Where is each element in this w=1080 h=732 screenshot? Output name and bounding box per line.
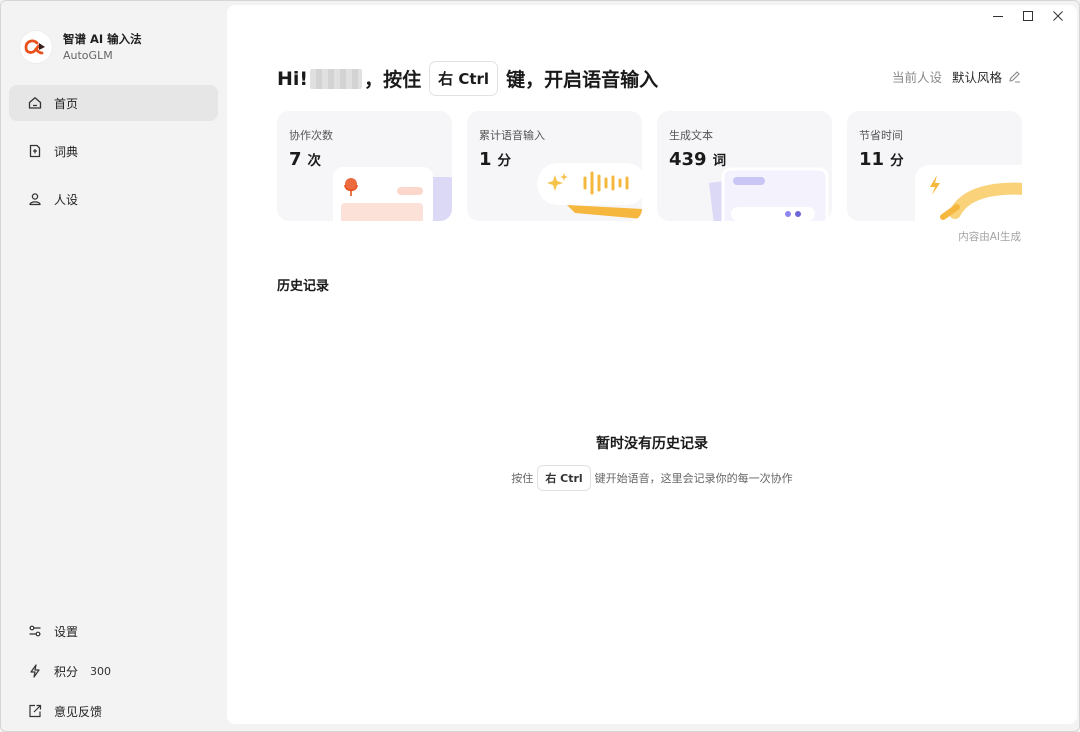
hotkey-badge: 右 Ctrl	[429, 61, 499, 96]
sidebar-item-persona[interactable]: 人设	[9, 181, 218, 217]
sidebar-item-dictionary[interactable]: 词典	[9, 133, 218, 169]
stat-value: 11 分	[859, 149, 904, 170]
sidebar-item-label: 词典	[54, 144, 79, 159]
stats-cards: 协作次数 7次 累计语音输入 1分 生成文本 439 词 节省时间 11 分	[277, 111, 1022, 221]
points-button[interactable]: 积分 300	[9, 653, 218, 689]
maximize-icon[interactable]	[1013, 5, 1043, 27]
persona-value: 默认风格	[951, 70, 1002, 85]
feedback-icon	[29, 704, 42, 718]
stat-value: 7次	[289, 149, 322, 170]
empty-state-title: 暂时没有历史记录	[596, 436, 708, 452]
close-icon[interactable]	[1043, 5, 1073, 27]
history-title: 历史记录	[277, 279, 330, 294]
empty-post: 键开始语音，这里会记录你的每一次协作	[594, 472, 793, 485]
hold-text: ，按住	[364, 69, 422, 91]
settings-sliders-icon	[29, 625, 41, 637]
voice-wave-illustration-icon	[537, 163, 642, 219]
page-title: Hi! ，按住 右 Ctrl 键，开启语音输入	[277, 61, 658, 96]
lightning-icon	[30, 664, 40, 678]
stat-value: 1分	[479, 149, 512, 170]
stat-card-time: 节省时间 11 分	[847, 111, 1022, 221]
user-name-redacted	[310, 68, 363, 89]
stat-card-text: 生成文本 439 词	[657, 111, 832, 221]
settings-label: 设置	[54, 624, 79, 639]
brand: 智谱 AI 输入法 AutoGLM	[20, 31, 142, 63]
instruction-text: 键，开启语音输入	[506, 69, 659, 91]
points-value: 300	[90, 664, 112, 678]
stat-title: 协作次数	[289, 129, 333, 142]
home-icon	[28, 97, 42, 109]
stat-card-voice: 累计语音输入 1分	[467, 111, 642, 221]
person-icon	[29, 193, 41, 206]
settings-button[interactable]: 设置	[9, 613, 218, 649]
greeting: Hi!	[277, 67, 309, 90]
sidebar-bottom: 设置 积分 300 意见反馈	[9, 613, 218, 731]
document-illustration-icon	[709, 167, 829, 221]
hotkey-badge-small: 右 Ctrl	[537, 465, 591, 491]
empty-state-desc: 按住 右 Ctrl 键开始语音，这里会记录你的每一次协作	[227, 465, 1077, 491]
app-window: 智谱 AI 输入法 AutoGLM 首页 词典 人设 设置 积分 300 意见反…	[0, 0, 1080, 732]
edit-icon[interactable]	[1008, 70, 1021, 83]
sidebar-item-home[interactable]: 首页	[9, 85, 218, 121]
stat-title: 节省时间	[859, 129, 903, 142]
window-controls	[983, 5, 1073, 27]
persona-selector[interactable]: 当前人设 默认风格	[892, 67, 1021, 86]
lightning-illustration-icon	[915, 165, 1022, 221]
main-panel: Hi! ，按住 右 Ctrl 键，开启语音输入 当前人设 默认风格 协作次数 7…	[227, 5, 1077, 724]
minimize-icon[interactable]	[983, 5, 1013, 27]
app-logo-icon	[20, 31, 52, 63]
points-label: 积分	[54, 664, 79, 679]
stat-card-collab: 协作次数 7次	[277, 111, 452, 221]
persona-label: 当前人设	[891, 70, 942, 85]
feedback-button[interactable]: 意见反馈	[9, 693, 218, 729]
dictionary-icon	[29, 144, 41, 158]
feedback-label: 意见反馈	[54, 704, 103, 719]
sidebar-item-label: 人设	[54, 192, 79, 207]
sidebar-item-label: 首页	[54, 96, 79, 111]
app-name: 智谱 AI 输入法	[63, 31, 142, 46]
sidebar: 智谱 AI 输入法 AutoGLM 首页 词典 人设 设置 积分 300 意见反…	[1, 1, 227, 731]
sidebar-nav: 首页 词典 人设	[9, 85, 218, 229]
stat-title: 生成文本	[669, 129, 713, 142]
stat-title: 累计语音输入	[479, 129, 545, 142]
empty-pre: 按住	[511, 472, 534, 485]
ai-generated-note: 内容由AI生成	[958, 231, 1021, 243]
app-subtitle: AutoGLM	[63, 48, 113, 62]
collab-illustration-icon	[333, 167, 452, 221]
